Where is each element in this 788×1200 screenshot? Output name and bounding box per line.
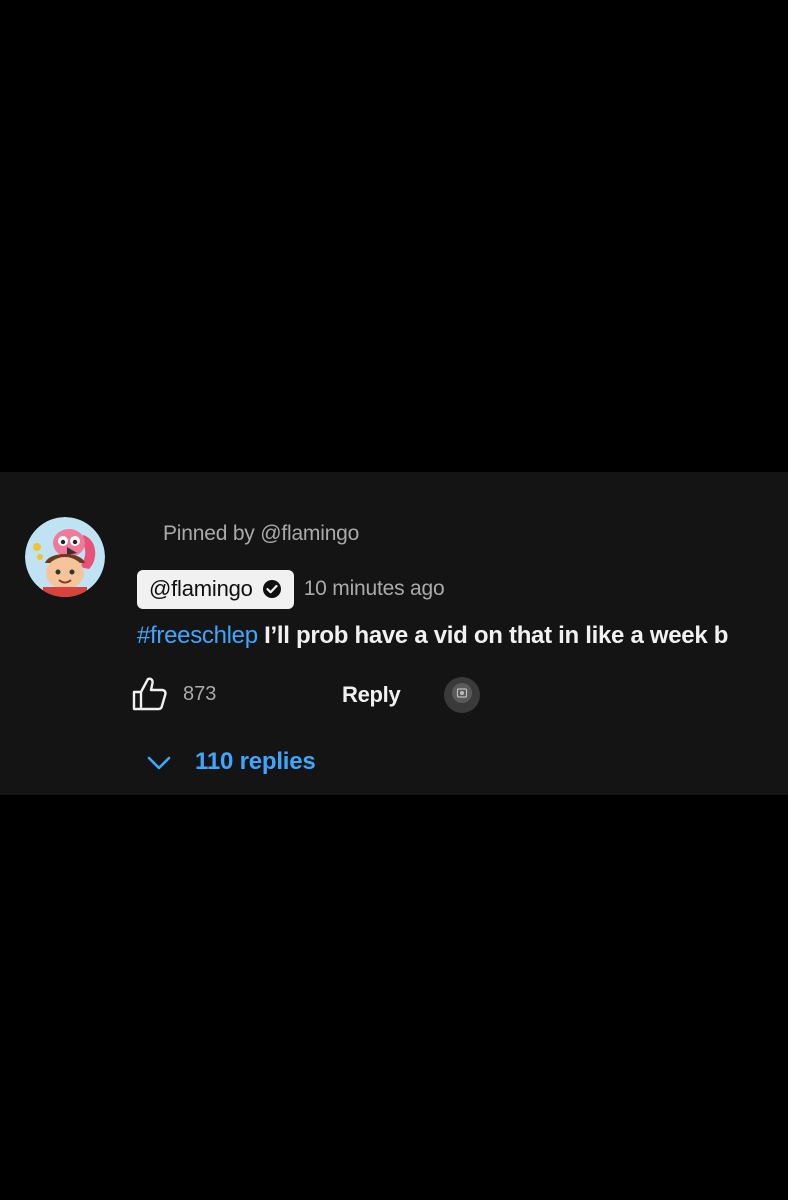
comment-header: @flamingo 10 minutes ago — [137, 569, 445, 609]
like-count: 873 — [183, 683, 217, 705]
replies-count-label: 110 replies — [195, 748, 316, 775]
author-name-chip[interactable]: @flamingo — [137, 569, 294, 609]
author-avatar[interactable] — [25, 517, 105, 597]
like-button[interactable] — [128, 675, 170, 717]
pinned-indicator: Pinned by @flamingo — [137, 520, 359, 548]
thumbs-up-icon — [129, 674, 169, 719]
hashtag-link[interactable]: #freeschlep — [137, 622, 258, 649]
creator-heart-avatar-icon — [450, 681, 474, 710]
pinned-by-label: Pinned by @flamingo — [163, 522, 360, 545]
chevron-down-icon — [142, 750, 176, 774]
comment-actions: 873 Reply — [128, 672, 528, 716]
comment-body: #freeschlep I’ll prob have a vid on that… — [137, 618, 728, 654]
pinned-comment: Pinned by @flamingo @flamingo 10 minutes… — [0, 472, 788, 795]
comment-text: I’ll prob have a vid on that in like a w… — [257, 622, 729, 649]
author-name: @flamingo — [149, 576, 253, 601]
verified-check-icon — [262, 579, 282, 599]
pin-icon — [137, 523, 159, 545]
creator-heart-button[interactable] — [444, 677, 480, 713]
comment-timestamp[interactable]: 10 minutes ago — [304, 577, 445, 601]
reply-button[interactable]: Reply — [342, 682, 401, 708]
view-replies-button[interactable]: 110 replies — [142, 742, 316, 782]
